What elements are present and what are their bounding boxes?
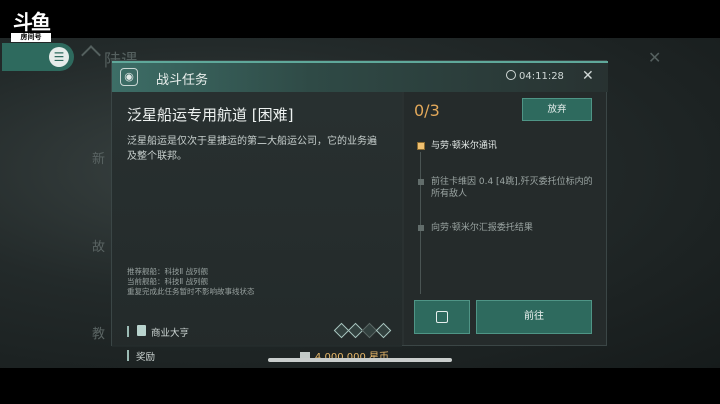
dialog-header: ◉ 战斗任务 04:11:28 ✕	[112, 61, 608, 92]
objective-item: 向劳·顿米尔汇报委托结果	[418, 222, 598, 234]
home-indicator[interactable]	[268, 358, 452, 362]
bg-list-item: 故	[92, 240, 106, 255]
objective-item: 前往卡维因 0.4 [4跳],歼灭委托位标内的所有敌人	[418, 176, 598, 200]
faction-label: 商业大亨	[151, 328, 190, 339]
objective-text: 与劳·顿米尔通讯	[431, 141, 497, 151]
menu-icon: ☰	[49, 47, 69, 67]
mission-description: 泛星船运是仅次于星捷运的第二大船运公司，它的业务遍及整个联邦。	[127, 136, 377, 162]
timer-value: 04:11:28	[519, 71, 564, 82]
objectives-panel: 0/3 放弃 与劳·顿米尔通讯 前往卡维因 0.4 [4跳],歼灭委托位标内的所…	[404, 92, 606, 345]
objective-text: 前往卡维因 0.4 [4跳],歼灭委托位标内的所有敌人	[431, 177, 593, 199]
objective-marker	[418, 143, 424, 149]
menu-button[interactable]: ☰	[2, 43, 74, 71]
bg-logo-icon	[81, 45, 101, 65]
combat-mission-dialog: ◉ 战斗任务 04:11:28 ✕ 泛星船运专用航道 [困难] 泛星船运是仅次于…	[111, 60, 608, 363]
row-marker	[127, 350, 129, 361]
bg-list-item: 教	[92, 327, 106, 342]
close-button[interactable]: ✕	[582, 68, 594, 84]
level-diamond	[375, 322, 392, 339]
go-button[interactable]: 前往	[476, 300, 592, 334]
row-marker	[127, 326, 129, 337]
repeat-note: 重复完成此任务暂时不影响故事线状态	[127, 287, 255, 296]
dialog-title: 战斗任务	[156, 73, 209, 88]
mission-info-panel: 泛星船运专用航道 [困难] 泛星船运是仅次于星捷运的第二大船运公司，它的业务遍及…	[112, 92, 402, 363]
faction-level	[333, 322, 392, 339]
mission-title: 泛星船运专用航道 [困难]	[127, 106, 294, 124]
close-icon: ✕	[582, 68, 594, 84]
objective-text: 向劳·顿米尔汇报委托结果	[431, 223, 533, 233]
bg-close-icon: ✕	[648, 48, 662, 67]
share-icon	[436, 311, 448, 323]
abandon-button[interactable]: 放弃	[522, 98, 592, 121]
mission-notes: 推荐舰船：科技Ⅱ 战列舰 当前舰船：科技Ⅱ 战列舰 重复完成此任务暂时不影响故事…	[127, 267, 255, 297]
objective-item: 与劳·顿米尔通讯	[418, 140, 598, 152]
reward-label: 奖励	[136, 352, 156, 363]
current-ship-note: 当前舰船：科技Ⅱ 战列舰	[127, 277, 209, 286]
bg-list-item: 新	[92, 152, 106, 167]
recommended-ship-note: 推荐舰船：科技Ⅱ 战列舰	[127, 267, 209, 276]
watermark-logo: 斗鱼	[13, 10, 51, 34]
progress-counter: 0/3	[414, 101, 440, 120]
objective-marker	[418, 225, 424, 231]
faction-row: 商业大亨	[127, 322, 392, 340]
mission-icon: ◉	[120, 68, 138, 86]
card-icon	[137, 325, 146, 336]
objective-marker	[418, 179, 424, 185]
watermark-room-label: 房间号	[11, 33, 51, 42]
mission-timer: 04:11:28	[506, 70, 564, 82]
share-button[interactable]	[414, 300, 470, 334]
clock-icon	[506, 70, 516, 80]
